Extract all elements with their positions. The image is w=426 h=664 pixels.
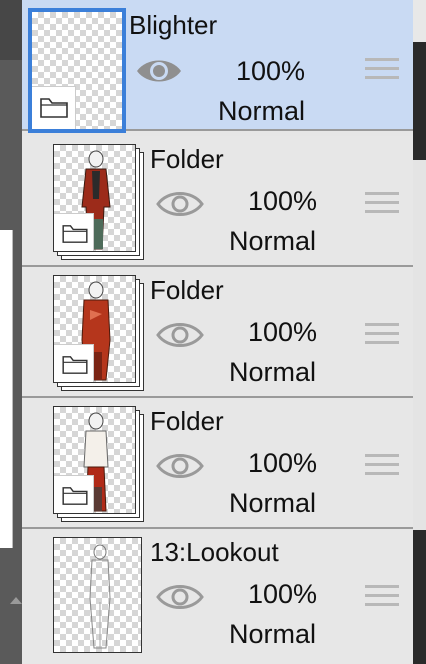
layer-thumbnail[interactable]	[28, 8, 126, 133]
opacity-value[interactable]: 100%	[248, 448, 317, 479]
layer-thumbnail[interactable]	[53, 144, 136, 252]
eye-icon[interactable]	[156, 450, 204, 482]
opacity-value[interactable]: 100%	[236, 56, 305, 87]
eye-icon[interactable]	[156, 319, 204, 351]
layers-panel: Blighter 100% Normal Folder 100% Normal …	[22, 0, 413, 664]
drag-handle-icon[interactable]	[365, 192, 399, 218]
folder-badge	[54, 475, 94, 513]
drag-handle-icon[interactable]	[365, 585, 399, 611]
drag-handle-icon[interactable]	[365, 323, 399, 349]
blend-mode[interactable]: Normal	[229, 619, 316, 650]
folder-icon	[62, 225, 88, 243]
layer-thumbnail[interactable]	[53, 406, 136, 514]
blend-mode[interactable]: Normal	[218, 96, 305, 127]
opacity-value[interactable]: 100%	[248, 579, 317, 610]
right-edge-top	[413, 0, 426, 42]
layer-name[interactable]: Blighter	[129, 10, 217, 41]
layer-row-blighter[interactable]: Blighter 100% Normal	[22, 0, 413, 133]
folder-badge	[54, 344, 94, 382]
folder-icon	[62, 487, 88, 505]
layer-thumbnail[interactable]	[53, 537, 142, 653]
layer-name[interactable]: Folder	[150, 144, 224, 175]
drag-handle-icon[interactable]	[365, 454, 399, 480]
blend-mode[interactable]: Normal	[229, 357, 316, 388]
folder-badge	[32, 86, 76, 129]
opacity-value[interactable]: 100%	[248, 317, 317, 348]
expand-arrow-icon[interactable]	[10, 597, 22, 604]
left-panel-edge	[0, 60, 24, 664]
eye-icon[interactable]	[156, 581, 204, 613]
layer-name[interactable]: Folder	[150, 275, 224, 306]
layer-row-folder-2[interactable]: Folder 100% Normal	[22, 267, 413, 398]
eye-icon[interactable]	[135, 55, 183, 87]
layer-row-folder-1[interactable]: Folder 100% Normal	[22, 136, 413, 267]
eye-icon[interactable]	[156, 188, 204, 220]
folder-badge	[54, 213, 94, 251]
folder-icon	[40, 98, 68, 118]
layer-name[interactable]: Folder	[150, 406, 224, 437]
right-edge-middle	[413, 160, 426, 530]
side-panel-fragment	[0, 230, 13, 548]
figure-thumbnail-image	[89, 544, 111, 649]
right-panel-edge	[413, 0, 426, 664]
opacity-value[interactable]: 100%	[248, 186, 317, 217]
layer-row-folder-3[interactable]: Folder 100% Normal	[22, 398, 413, 529]
blend-mode[interactable]: Normal	[229, 488, 316, 519]
layer-name[interactable]: 13:Lookout	[150, 537, 279, 568]
layer-row-lookout[interactable]: 13:Lookout 100% Normal	[22, 529, 413, 664]
blend-mode[interactable]: Normal	[229, 226, 316, 257]
layer-thumbnail[interactable]	[53, 275, 136, 383]
drag-handle-icon[interactable]	[365, 58, 399, 84]
folder-icon	[62, 356, 88, 374]
